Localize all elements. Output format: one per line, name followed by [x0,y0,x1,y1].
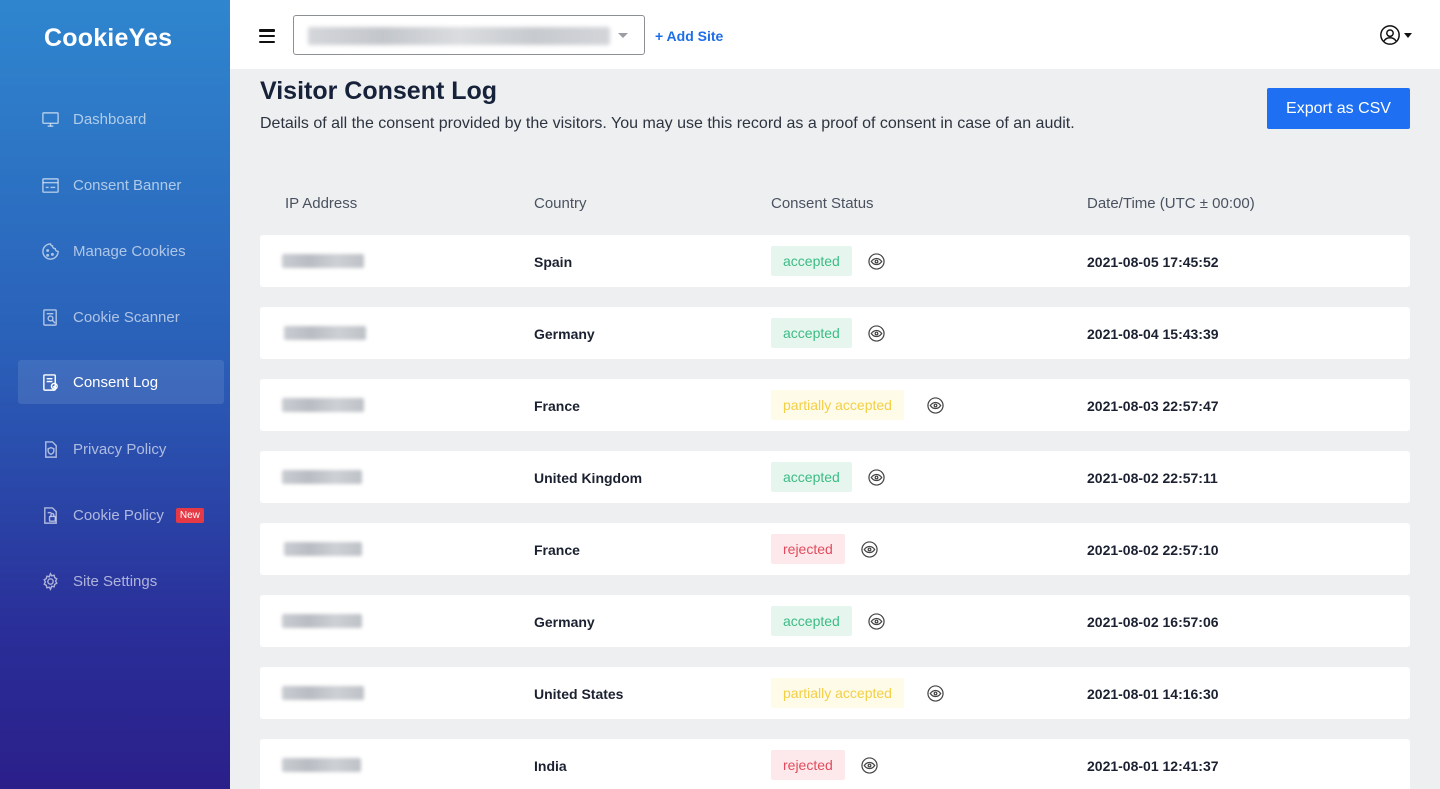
country-cell: United Kingdom [534,470,643,486]
view-eye-icon[interactable] [868,469,885,486]
country-cell: India [534,758,567,774]
ip-address-redacted [284,542,362,556]
sidebar-item-manage-cookies[interactable]: Manage Cookies [18,229,224,273]
scanner-icon [40,307,60,327]
table-row: France rejected 2021-08-02 22:57:10 [260,523,1410,575]
user-avatar-icon [1380,25,1400,45]
view-eye-icon[interactable] [861,757,878,774]
export-csv-button[interactable]: Export as CSV [1267,88,1410,129]
chevron-down-icon [618,33,628,38]
sidebar: CookieYes Dashboard Consent Banner Manag… [0,0,230,789]
country-cell: France [534,398,580,414]
table-row: Germany accepted 2021-08-02 16:57:06 [260,595,1410,647]
datetime-cell: 2021-08-05 17:45:52 [1087,254,1219,270]
ip-address-redacted [284,326,366,340]
country-cell: France [534,542,580,558]
table-row: Germany accepted 2021-08-04 15:43:39 [260,307,1410,359]
view-eye-icon[interactable] [868,253,885,270]
sidebar-item-consent-log[interactable]: Consent Log [18,360,224,404]
view-eye-icon[interactable] [927,685,944,702]
view-eye-icon[interactable] [868,613,885,630]
sidebar-item-label: Manage Cookies [73,242,186,260]
column-header-country: Country [534,195,587,212]
datetime-cell: 2021-08-02 16:57:06 [1087,614,1219,630]
sidebar-item-cookie-scanner[interactable]: Cookie Scanner [18,295,224,339]
view-eye-icon[interactable] [861,541,878,558]
sidebar-item-label: Cookie Scanner [73,308,180,326]
datetime-cell: 2021-08-03 22:57:47 [1087,398,1219,414]
monitor-icon [40,109,60,129]
status-badge: partially accepted [771,390,904,420]
datetime-cell: 2021-08-02 22:57:10 [1087,542,1219,558]
caret-down-icon [1404,32,1412,38]
country-cell: Germany [534,614,595,630]
country-cell: United States [534,686,624,702]
sidebar-item-label: Consent Log [73,373,159,391]
column-header-ip: IP Address [285,195,358,212]
ip-address-redacted [282,686,364,700]
ip-address-redacted [282,470,362,484]
country-cell: Germany [534,326,595,342]
cookieyes-logo[interactable]: CookieYes [44,24,172,53]
status-badge: rejected [771,750,845,780]
cookie-icon [40,241,60,261]
sidebar-item-consent-banner[interactable]: Consent Banner [18,163,224,207]
status-badge: rejected [771,534,845,564]
country-cell: Spain [534,254,573,270]
banner-icon [40,175,60,195]
page-description: Details of all the consent provided by t… [260,115,1075,132]
sidebar-item-dashboard[interactable]: Dashboard [18,97,224,141]
site-selector-value-redacted [308,27,610,45]
sidebar-item-label: Consent Banner [73,176,182,194]
status-badge: accepted [771,606,852,636]
ip-address-redacted [282,758,361,772]
table-row: United States partially accepted 2021-08… [260,667,1410,719]
datetime-cell: 2021-08-04 15:43:39 [1087,326,1219,342]
gear-icon [40,571,60,591]
ip-address-redacted [282,614,362,628]
table-row: India rejected 2021-08-01 12:41:37 [260,739,1410,789]
hamburger-menu-icon[interactable] [259,29,275,43]
consent-log-icon [40,372,60,392]
user-menu[interactable] [1379,24,1412,46]
datetime-cell: 2021-08-02 22:57:11 [1087,470,1218,486]
column-header-consent-status: Consent Status [771,195,874,212]
privacy-policy-icon [40,439,60,459]
status-badge: accepted [771,246,852,276]
new-badge: New [175,507,204,523]
column-header-datetime: Date/Time (UTC ± 00:00) [1087,195,1255,212]
table-row: France partially accepted 2021-08-03 22:… [260,379,1410,431]
site-selector[interactable] [293,15,645,55]
datetime-cell: 2021-08-01 14:16:30 [1087,686,1219,702]
page-title: Visitor Consent Log [260,77,498,105]
datetime-cell: 2021-08-01 12:41:37 [1087,758,1219,774]
sidebar-item-site-settings[interactable]: Site Settings [18,559,224,603]
status-badge: accepted [771,318,852,348]
top-bar: + Add Site [230,0,1440,69]
table-row: Spain accepted 2021-08-05 17:45:52 [260,235,1410,287]
table-row: United Kingdom accepted 2021-08-02 22:57… [260,451,1410,503]
view-eye-icon[interactable] [927,397,944,414]
sidebar-item-cookie-policy[interactable]: Cookie Policy New [18,493,224,537]
view-eye-icon[interactable] [868,325,885,342]
ip-address-redacted [282,398,364,412]
sidebar-item-label: Dashboard [73,110,147,128]
status-badge: partially accepted [771,678,904,708]
add-site-link[interactable]: + Add Site [655,28,723,44]
ip-address-redacted [282,254,364,268]
sidebar-item-label: Cookie Policy [73,506,164,524]
sidebar-item-label: Site Settings [73,572,158,590]
cookie-policy-icon [40,505,60,525]
sidebar-item-privacy-policy[interactable]: Privacy Policy [18,427,224,471]
sidebar-item-label: Privacy Policy [73,440,167,458]
status-badge: accepted [771,462,852,492]
